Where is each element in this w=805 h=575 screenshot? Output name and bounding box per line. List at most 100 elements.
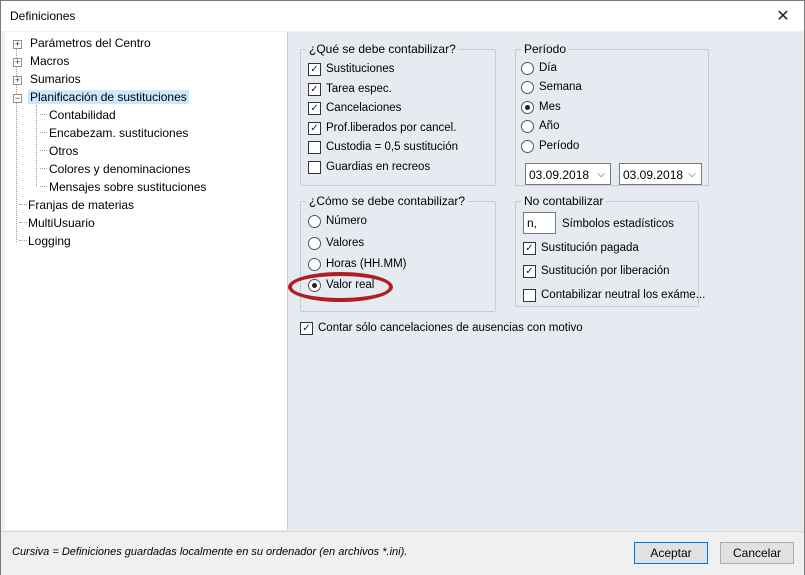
tree-item-label: Colores y denominaciones xyxy=(49,162,191,176)
radio-numero[interactable]: Número xyxy=(308,213,367,229)
checkbox-label: Cancelaciones xyxy=(326,102,402,114)
radio-semana[interactable]: Semana xyxy=(521,79,582,95)
checkbox-prof-liberados[interactable]: ✓ Prof.liberados por cancel. xyxy=(308,120,456,136)
title-bar: Definiciones ✕ xyxy=(1,1,804,31)
date-from-value: 03.09.2018 xyxy=(529,168,590,182)
checkbox-box[interactable]: ✓ xyxy=(300,321,313,335)
tree-item-logging[interactable]: Logging xyxy=(26,233,73,250)
date-to-picker[interactable]: 03.09.2018 ⌵ xyxy=(619,163,702,185)
tree-item-encabezam[interactable]: Encabezam. sustituciones xyxy=(47,125,190,142)
group-legend: ¿Qué se debe contabilizar? xyxy=(306,42,459,56)
local-settings-hint: Cursiva = Definiciones guardadas localme… xyxy=(12,546,408,558)
checkbox-box[interactable] xyxy=(308,160,321,174)
checkbox-guardias[interactable]: Guardias en recreos xyxy=(308,159,430,175)
accept-button[interactable]: Aceptar xyxy=(634,542,708,564)
checkbox-label: Sustituciones xyxy=(326,63,395,75)
checkbox-sustituciones[interactable]: ✓ Sustituciones xyxy=(308,61,394,77)
radio-dia[interactable]: Día xyxy=(521,60,557,76)
checkbox-box[interactable]: ✓ xyxy=(308,121,321,135)
close-button[interactable]: ✕ xyxy=(768,3,798,29)
radio-valores[interactable]: Valores xyxy=(308,235,364,251)
tree-item-franjas[interactable]: Franjas de materias xyxy=(26,197,136,214)
radio-circle[interactable] xyxy=(521,61,534,75)
tree-item-parametros[interactable]: + Parámetros del Centro xyxy=(11,35,153,52)
tree-item-macros[interactable]: + Macros xyxy=(11,53,71,70)
definitions-dialog: Definiciones ✕ + Parámetros del Centro +… xyxy=(0,0,805,575)
radio-label: Día xyxy=(539,62,557,74)
radio-circle[interactable] xyxy=(521,80,534,94)
checkbox-box[interactable]: ✓ xyxy=(523,241,536,255)
date-to-value: 03.09.2018 xyxy=(623,168,684,182)
checkbox-custodia[interactable]: Custodia = 0,5 sustitución xyxy=(308,139,458,155)
tree-item-label: Macros xyxy=(30,54,70,68)
checkbox-box[interactable]: ✓ xyxy=(308,82,321,96)
checkbox-label: Guardias en recreos xyxy=(326,161,431,173)
radio-circle[interactable] xyxy=(521,139,534,153)
radio-mes[interactable]: Mes xyxy=(521,99,561,115)
tree-connector-line xyxy=(40,132,47,133)
checkbox-sustitucion-liberacion[interactable]: ✓ Sustitución por liberación xyxy=(523,263,670,279)
radio-circle[interactable] xyxy=(521,119,534,133)
radio-circle[interactable] xyxy=(308,214,321,228)
tree-item-label: Contabilidad xyxy=(49,108,116,122)
checkbox-label: Custodia = 0,5 sustitución xyxy=(326,141,459,153)
checkbox-box[interactable]: ✓ xyxy=(523,264,536,278)
tree-item-sumarios[interactable]: + Sumarios xyxy=(11,71,83,88)
tree-item-label: Encabezam. sustituciones xyxy=(49,126,189,140)
checkbox-tarea-espec[interactable]: ✓ Tarea espec. xyxy=(308,81,392,97)
group-legend: Período xyxy=(521,42,570,56)
tree-item-label: Mensajes sobre sustituciones xyxy=(49,180,207,194)
tree-item-mensajes[interactable]: Mensajes sobre sustituciones xyxy=(47,179,208,196)
tree-item-label: Sumarios xyxy=(30,72,81,86)
tree-connector-line xyxy=(40,150,47,151)
checkbox-box[interactable] xyxy=(523,288,536,302)
radio-circle[interactable] xyxy=(308,257,321,271)
what-to-count-group: ¿Qué se debe contabilizar? ✓ Sustitucione… xyxy=(300,42,496,186)
expand-icon[interactable]: + xyxy=(13,76,22,85)
checkbox-box[interactable] xyxy=(308,140,321,154)
statistical-symbols-label: Símbolos estadísticos xyxy=(562,218,674,230)
highlight-annotation xyxy=(288,272,393,302)
statistical-symbols-input[interactable]: n, xyxy=(523,212,556,234)
chevron-down-icon[interactable]: ⌵ xyxy=(597,164,605,186)
checkbox-label: Sustitución por liberación xyxy=(541,265,670,277)
tree-item-label: Franjas de materias xyxy=(28,198,135,212)
tree-item-label: Otros xyxy=(49,144,79,158)
radio-label: Semana xyxy=(539,81,582,93)
date-from-picker[interactable]: 03.09.2018 ⌵ xyxy=(525,163,611,185)
tree-item-otros[interactable]: Otros xyxy=(47,143,80,160)
radio-circle[interactable] xyxy=(521,100,534,114)
do-not-count-group: No contabilizar n, Símbolos estadísticos… xyxy=(515,194,705,307)
group-legend: ¿Cómo se debe contabilizar? xyxy=(306,194,469,208)
checkbox-label: Sustitución pagada xyxy=(541,242,639,254)
radio-circle[interactable] xyxy=(308,236,321,250)
radio-label: Año xyxy=(539,120,560,132)
checkbox-box[interactable]: ✓ xyxy=(308,62,321,76)
radio-periodo[interactable]: Período xyxy=(521,138,579,154)
tree-item-label: MultiUsuario xyxy=(28,216,95,230)
checkbox-cancelaciones[interactable]: ✓ Cancelaciones xyxy=(308,100,401,116)
tree-item-planificacion[interactable]: − Planificación de sustituciones xyxy=(11,89,189,106)
checkbox-label: Tarea espec. xyxy=(326,83,392,95)
expand-icon[interactable]: + xyxy=(13,58,22,67)
checkbox-only-reason[interactable]: ✓ Contar sólo cancelaciones de ausencias … xyxy=(300,320,583,336)
checkbox-label: Contabilizar neutral los exáme... xyxy=(541,289,706,301)
radio-horas[interactable]: Horas (HH.MM) xyxy=(308,256,407,272)
chevron-down-icon[interactable]: ⌵ xyxy=(688,164,696,186)
dialog-footer: Cursiva = Definiciones guardadas localme… xyxy=(1,531,804,575)
radio-label: Período xyxy=(539,140,580,152)
period-group: Período Día Semana Mes Año Período 03.09… xyxy=(515,42,709,186)
tree-connector-line xyxy=(36,105,37,187)
close-icon: ✕ xyxy=(776,8,790,25)
radio-ano[interactable]: Año xyxy=(521,118,559,134)
radio-label: Mes xyxy=(539,101,561,113)
collapse-icon[interactable]: − xyxy=(13,94,22,103)
checkbox-contabilizar-neutral[interactable]: Contabilizar neutral los exáme... xyxy=(523,287,705,303)
cancel-button[interactable]: Cancelar xyxy=(720,542,794,564)
checkbox-sustitucion-pagada[interactable]: ✓ Sustitución pagada xyxy=(523,240,639,256)
tree-item-contabilidad[interactable]: Contabilidad xyxy=(47,107,118,124)
tree-item-multiusuario[interactable]: MultiUsuario xyxy=(26,215,97,232)
checkbox-box[interactable]: ✓ xyxy=(308,101,321,115)
expand-icon[interactable]: + xyxy=(13,40,22,49)
tree-item-colores[interactable]: Colores y denominaciones xyxy=(47,161,192,178)
